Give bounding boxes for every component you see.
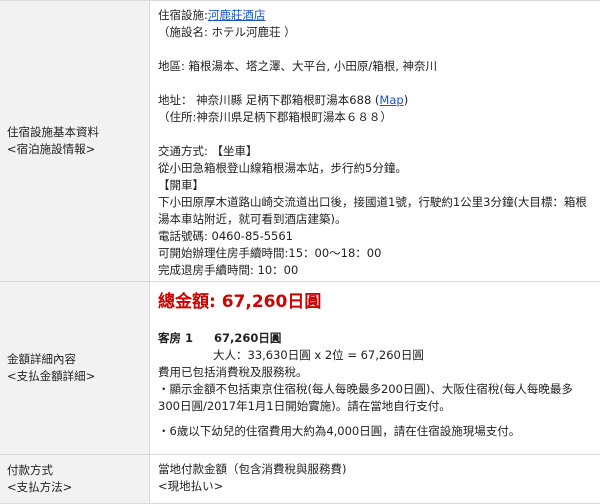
drive-title: 【開車】 <box>158 178 204 192</box>
price-details-value: 總金額: 67,260日圓 客房 1 67,260日圓 大人：33,630日圓 x… <box>150 282 600 454</box>
payment-method-row: 付款方式 <支払方法> 當地付款金額（包含消費稅與服務費) <現地払い> <box>0 455 600 504</box>
price-details-label-sub: <支払金額詳細> <box>7 369 96 383</box>
room-label: 客房 1 <box>158 331 194 345</box>
drive-text: 下小田原厚木道路山崎交流道出口後，接國道1號，行駛約1公里3分鐘(大目標：箱根湯… <box>158 195 587 226</box>
total-amount: 總金額: 67,260日圓 <box>158 292 322 312</box>
payment-method-value: 當地付款金額（包含消費稅與服務費) <現地払い> <box>150 455 600 503</box>
accommodation-tax-note: ・顯示金額不包括東京住宿稅(每人每晚最多200日圓)、大阪住宿稅(每人每晚最多3… <box>158 382 573 413</box>
transport-title: 交通方式: 【坐車】 <box>158 144 258 158</box>
facility-info-label-main: 住宿設施基本資料 <box>7 125 99 139</box>
checkin-time: 可開始辦理住房手續時間:15：00～18：00 <box>158 246 382 260</box>
facility-info-label: 住宿設施基本資料 <宿泊施設情報> <box>0 1 150 281</box>
facility-prefix: 住宿設施: <box>158 8 208 22</box>
adult-calculation: 大人：33,630日圓 x 2位 = 67,260日圓 <box>213 348 424 362</box>
facility-name-line: 住宿設施:河鹿莊酒店 <box>158 7 594 24</box>
payment-method-label-main: 付款方式 <box>7 463 53 477</box>
facility-info-label-sub: <宿泊施設情報> <box>7 142 96 156</box>
payment-method-jp: <現地払い> <box>158 479 224 493</box>
payment-method-text: 當地付款金額（包含消費稅與服務費) <box>158 462 347 476</box>
transport-train: 從小田急箱根登山線箱根湯本站，步行約5分鐘。 <box>158 161 407 175</box>
price-details-label-main: 金額詳細內容 <box>7 352 76 366</box>
price-details-label: 金額詳細內容 <支払金額詳細> <box>0 282 150 454</box>
booking-details-table: 住宿設施基本資料 <宿泊施設情報> 住宿設施:河鹿莊酒店 （施設名: ホテル河鹿… <box>0 0 600 504</box>
facility-info-value: 住宿設施:河鹿莊酒店 （施設名: ホテル河鹿荘 ） 地區: 箱根湯本、塔之澤、大… <box>150 1 600 281</box>
address-line: 地址： 神奈川縣 足柄下郡箱根町湯本688 (Map) <box>158 92 594 109</box>
facility-name-link[interactable]: 河鹿莊酒店 <box>208 8 266 22</box>
address-suffix: ) <box>403 93 409 107</box>
address-jp: （住所:神奈川県足柄下郡箱根町湯本６８８） <box>158 110 392 124</box>
facility-name-jp: （施設名: ホテル河鹿荘 ） <box>158 25 296 39</box>
checkout-time: 完成退房手續時間: 10：00 <box>158 263 299 277</box>
room-amount: 67,260日圓 <box>214 331 282 345</box>
phone-number: 電話號碼: 0460-85-5561 <box>158 229 293 243</box>
price-details-row: 金額詳細內容 <支払金額詳細> 總金額: 67,260日圓 客房 1 67,260… <box>0 282 600 455</box>
room-line: 客房 1 67,260日圓 <box>158 330 594 347</box>
area-text: 地區: 箱根湯本、塔之澤、大平台, 小田原/箱根, 神奈川 <box>158 59 438 73</box>
payment-method-label-sub: <支払方法> <box>7 480 73 494</box>
payment-method-label: 付款方式 <支払方法> <box>0 455 150 503</box>
facility-info-row: 住宿設施基本資料 <宿泊施設情報> 住宿設施:河鹿莊酒店 （施設名: ホテル河鹿… <box>0 1 600 282</box>
map-link[interactable]: Map <box>379 93 403 107</box>
address-text: 地址： 神奈川縣 足柄下郡箱根町湯本688 ( <box>158 93 380 107</box>
tax-included-note: 費用已包括消費稅及服務稅。 <box>158 365 308 379</box>
child-fee-note: ・6歲以下幼兒的住宿費用大約為4,000日圓，請在住宿設施現場支付。 <box>158 424 521 438</box>
